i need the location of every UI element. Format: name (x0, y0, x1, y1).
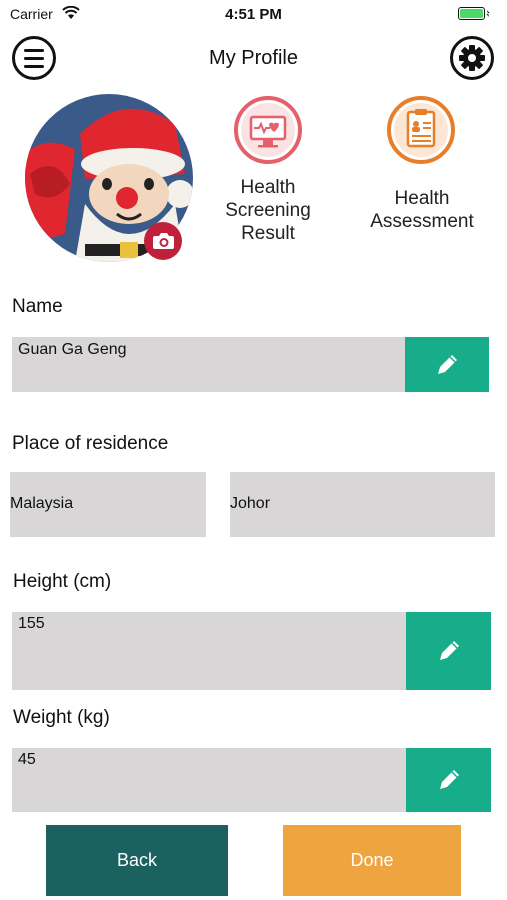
height-field[interactable]: 155 (12, 612, 407, 690)
back-button[interactable]: Back (46, 825, 228, 896)
health-assessment-label: Health Assessment (370, 188, 474, 232)
state-select[interactable]: Johor (230, 472, 495, 537)
health-assessment-button[interactable] (387, 96, 455, 164)
pencil-icon (439, 770, 459, 789)
height-label: Height (cm) (13, 571, 112, 592)
change-photo-button[interactable] (144, 222, 182, 260)
clock-label: 4:51 PM (225, 6, 282, 23)
weight-label: Weight (kg) (13, 707, 110, 728)
battery-icon (458, 7, 490, 20)
weight-field[interactable]: 45 (12, 748, 407, 812)
gear-icon (459, 45, 485, 71)
page-title: My Profile (209, 47, 298, 69)
edit-height-button[interactable] (406, 612, 491, 690)
pencil-icon (439, 641, 459, 660)
health-screening-button[interactable] (234, 96, 302, 164)
done-button[interactable]: Done (283, 825, 461, 896)
residence-label: Place of residence (12, 433, 169, 454)
camera-icon (153, 233, 174, 249)
country-select[interactable]: Malaysia (10, 472, 206, 537)
edit-name-button[interactable] (405, 337, 489, 392)
pencil-icon (438, 354, 457, 374)
edit-weight-button[interactable] (406, 748, 491, 812)
health-screening-label: Health Screening Result (225, 177, 311, 244)
settings-button[interactable] (450, 36, 494, 80)
name-label: Name (12, 296, 63, 317)
name-field[interactable]: Guan Ga Geng (12, 337, 406, 392)
monitor-heart-icon (241, 103, 295, 157)
clipboard-icon (394, 103, 448, 157)
